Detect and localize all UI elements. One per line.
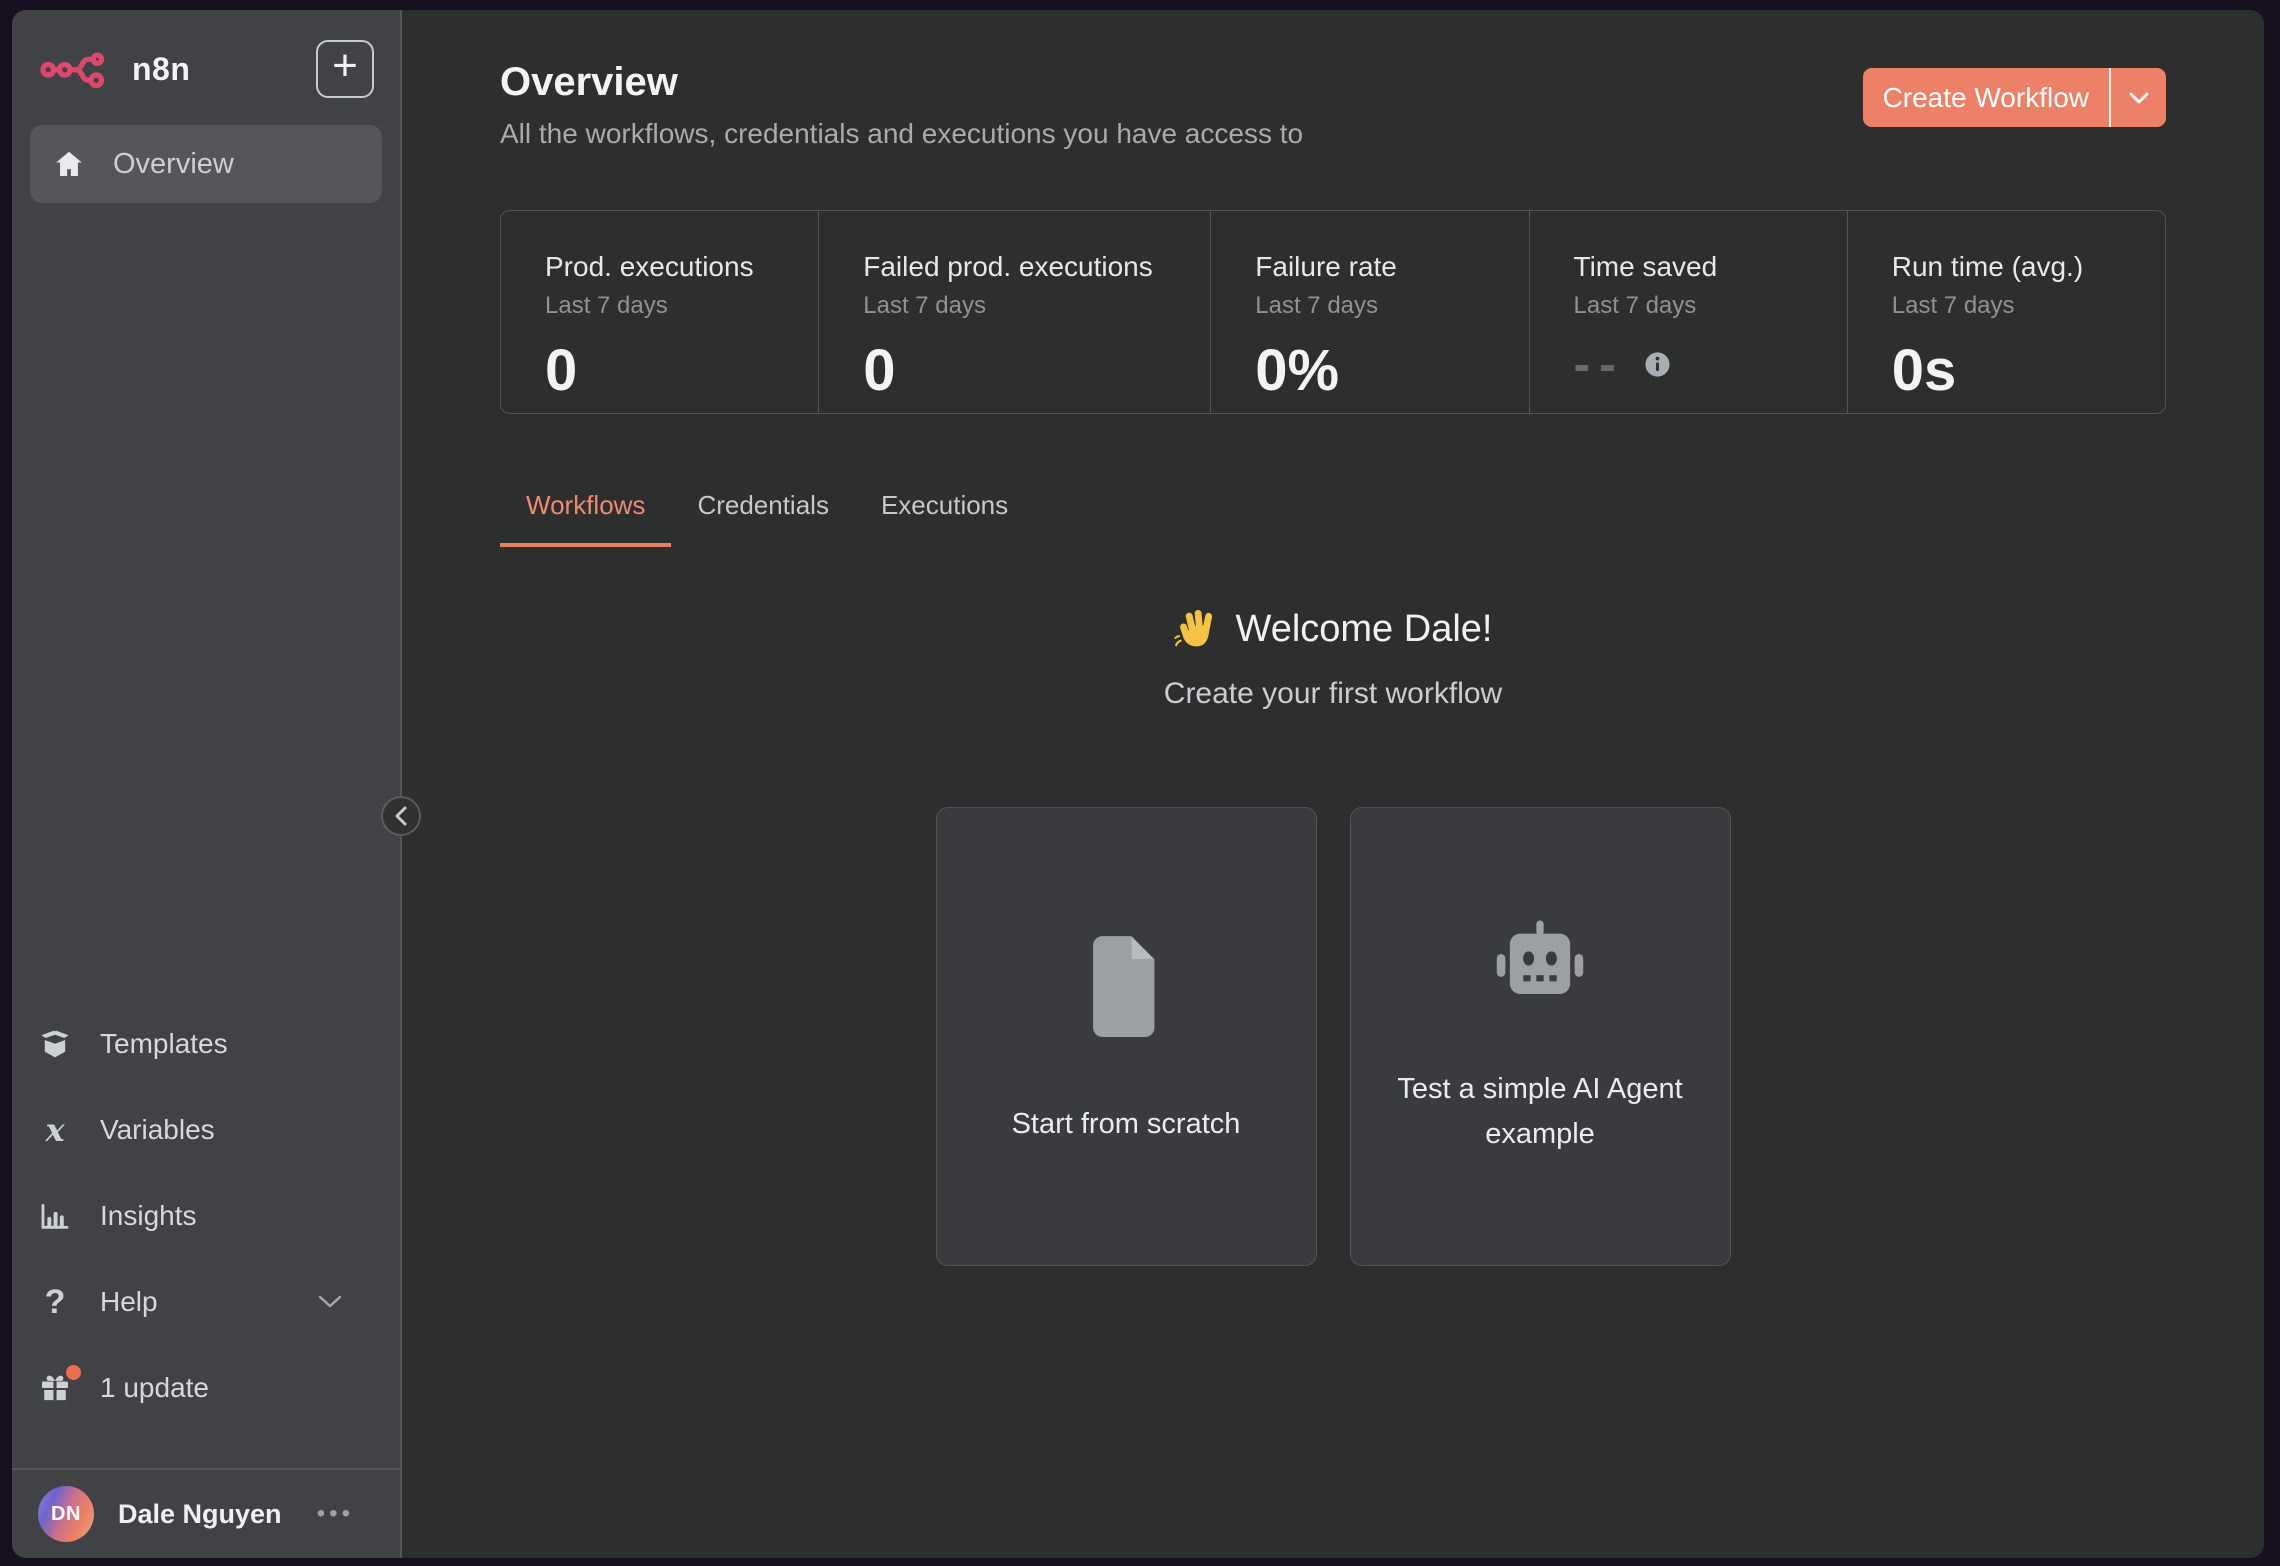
stat-title: Failure rate [1255, 251, 1528, 283]
wave-icon [1174, 607, 1218, 651]
stat-card-failed-prod-executions: Failed prod. executions Last 7 days 0 [818, 211, 1210, 413]
sidebar-top: n8n + Overview [12, 10, 400, 203]
stat-title: Run time (avg.) [1892, 251, 2165, 283]
tab-executions[interactable]: Executions [855, 490, 1034, 547]
ai-agent-example-card[interactable]: Test a simple AI Agent example [1350, 807, 1731, 1266]
new-workflow-button[interactable]: + [316, 40, 374, 98]
sidebar-item-help[interactable]: ? Help [36, 1276, 376, 1328]
user-menu-row[interactable]: DN Dale Nguyen ••• [12, 1468, 400, 1558]
home-icon [53, 148, 85, 180]
welcome-text: Welcome Dale! [1236, 608, 1493, 651]
stat-card-prod-executions: Prod. executions Last 7 days 0 [501, 211, 818, 413]
sidebar-item-insights[interactable]: Insights [36, 1190, 376, 1242]
sidebar-item-label: Variables [100, 1114, 215, 1146]
welcome-heading: Welcome Dale! [500, 607, 2166, 651]
stat-period: Last 7 days [545, 292, 818, 320]
stat-value: 0 [863, 342, 1210, 400]
open-box-icon [36, 1027, 74, 1061]
page-header: Overview All the workflows, credentials … [500, 10, 2166, 150]
stat-period: Last 7 days [1574, 292, 1847, 320]
stat-card-time-saved: Time saved Last 7 days -- [1529, 211, 1847, 413]
robot-icon [1487, 917, 1593, 1013]
n8n-logo-icon [40, 44, 118, 94]
chevron-down-icon [2129, 92, 2149, 104]
card-label: Test a simple AI Agent example [1395, 1067, 1685, 1157]
stat-title: Time saved [1574, 251, 1847, 283]
page-header-text: Overview All the workflows, credentials … [500, 60, 1303, 150]
stat-period: Last 7 days [1892, 292, 2165, 320]
sidebar-item-variables[interactable]: x Variables [36, 1104, 376, 1156]
sidebar-bottom: Templates x Variables Insights [12, 1018, 400, 1414]
update-badge-dot [66, 1365, 81, 1380]
logo-row: n8n + [30, 40, 382, 98]
welcome-subtitle: Create your first workflow [500, 677, 2166, 711]
sidebar-item-label: Insights [100, 1200, 197, 1232]
gift-icon [36, 1371, 74, 1405]
stat-period: Last 7 days [1255, 292, 1528, 320]
avatar: DN [38, 1486, 94, 1542]
info-icon[interactable] [1643, 350, 1672, 379]
sidebar: n8n + Overview [12, 10, 402, 1558]
starter-cards: Start from scratch [500, 807, 2166, 1266]
stat-value: -- [1574, 352, 1625, 377]
stat-value: 0 [545, 342, 818, 400]
start-from-scratch-card[interactable]: Start from scratch [936, 807, 1317, 1266]
chevron-left-icon [395, 806, 407, 826]
sidebar-item-label: Overview [113, 148, 234, 181]
stat-value-unavailable: -- [1574, 350, 1847, 379]
stat-card-failure-rate: Failure rate Last 7 days 0% [1210, 211, 1528, 413]
create-workflow-split-button: Create Workflow [1863, 68, 2166, 127]
create-workflow-button[interactable]: Create Workflow [1863, 68, 2109, 127]
empty-state: Welcome Dale! Create your first workflow… [500, 607, 2166, 1266]
avatar-initials: DN [51, 1503, 81, 1526]
card-label: Start from scratch [1012, 1102, 1241, 1147]
sidebar-item-overview[interactable]: Overview [30, 125, 382, 203]
user-name: Dale Nguyen [118, 1499, 282, 1530]
chevron-down-icon [318, 1295, 342, 1309]
stat-period: Last 7 days [863, 292, 1210, 320]
page-subtitle: All the workflows, credentials and execu… [500, 118, 1303, 150]
main-content: Overview All the workflows, credentials … [402, 10, 2264, 1558]
create-workflow-dropdown-button[interactable] [2111, 68, 2166, 127]
stat-card-run-time: Run time (avg.) Last 7 days 0s [1847, 211, 2165, 413]
tab-workflows[interactable]: Workflows [500, 490, 671, 547]
sidebar-item-label: Templates [100, 1028, 228, 1060]
sidebar-item-updates[interactable]: 1 update [36, 1362, 376, 1414]
stats-row: Prod. executions Last 7 days 0 Failed pr… [500, 210, 2166, 414]
stat-title: Prod. executions [545, 251, 818, 283]
bar-chart-icon [36, 1199, 74, 1233]
app-window: n8n + Overview [12, 10, 2264, 1558]
sidebar-spacer [12, 203, 400, 1018]
stat-value: 0% [1255, 342, 1528, 400]
sidebar-collapse-button[interactable] [381, 796, 421, 836]
logo-wordmark: n8n [132, 51, 190, 88]
tab-credentials[interactable]: Credentials [671, 490, 855, 547]
variable-x-icon: x [36, 1114, 74, 1146]
sidebar-item-label: 1 update [100, 1372, 209, 1404]
stat-title: Failed prod. executions [863, 251, 1210, 283]
stat-value: 0s [1892, 342, 2165, 400]
sidebar-item-templates[interactable]: Templates [36, 1018, 376, 1070]
tab-bar: Workflows Credentials Executions [500, 490, 2166, 547]
document-icon [1077, 926, 1175, 1048]
ellipsis-menu-icon[interactable]: ••• [317, 1502, 354, 1526]
page-title: Overview [500, 60, 1303, 104]
sidebar-item-label: Help [100, 1286, 158, 1318]
question-mark-icon: ? [36, 1285, 74, 1319]
